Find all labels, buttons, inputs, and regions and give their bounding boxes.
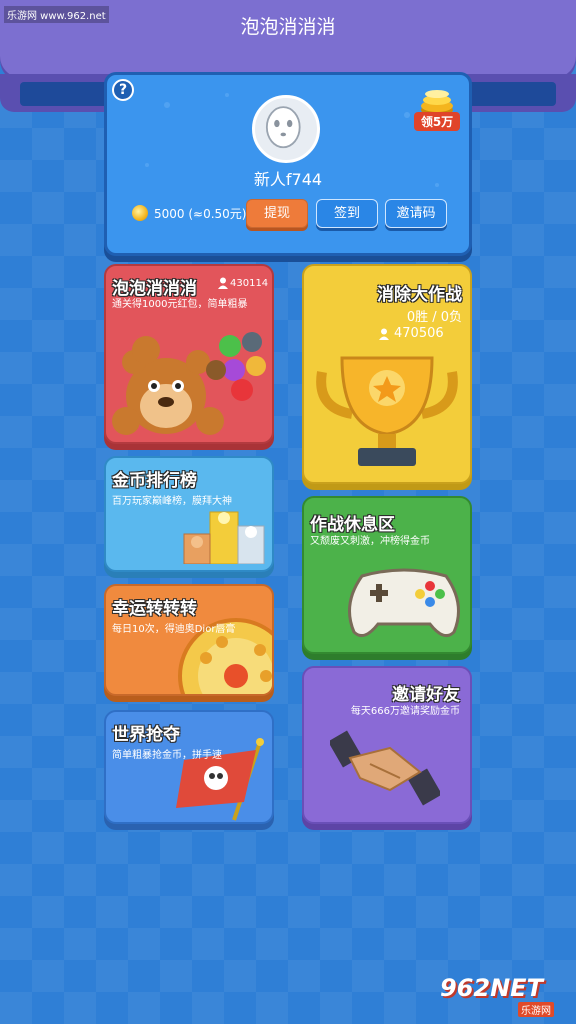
invite-code-button[interactable]: 邀请码: [385, 199, 447, 228]
coin-balance: 5000 (≈0.50元): [154, 207, 247, 221]
tile-bubble-players: 430114: [230, 278, 269, 289]
help-icon[interactable]: ?: [112, 79, 134, 101]
tile-bubble-game[interactable]: 泡泡消消消 430114 通关得1000元红包，简单粗暴: [104, 264, 274, 444]
watermark-top: 乐游网 www.962.net: [4, 6, 109, 23]
tile-battle-title: 消除大作战: [377, 285, 462, 305]
tile-rank-title: 金币排行榜: [112, 471, 197, 491]
tile-friend-desc: 每天666万邀请奖励金币: [350, 706, 460, 717]
reward-label[interactable]: 领5万: [414, 112, 460, 131]
tile-gold-ranking[interactable]: 金币排行榜 百万玩家巅峰榜，膜拜大神: [104, 456, 274, 572]
tile-bubble-desc: 通关得1000元红包，简单粗暴: [112, 299, 248, 310]
tile-spin-title: 幸运转转转: [112, 599, 197, 619]
tile-spin-desc: 每日10次，得迪奥Dior唇膏: [112, 624, 236, 635]
handshake-icon: [330, 730, 440, 806]
bear-bubbles-illustration: [112, 332, 266, 435]
withdraw-button[interactable]: 提现: [246, 199, 308, 228]
tile-invite-friends[interactable]: 邀请好友 每天666万邀请奖励金币: [302, 666, 472, 824]
gamepad-icon: [348, 568, 460, 638]
player-icon: [379, 328, 389, 340]
tile-lucky-spin[interactable]: 幸运转转转 每日10次，得迪奥Dior唇膏: [104, 584, 274, 696]
tile-battle-players: 470506: [394, 326, 444, 341]
tile-battle-record: 0胜 / 0负: [406, 310, 462, 325]
tile-world-title: 世界抢夺: [112, 725, 180, 745]
tile-bubble-title: 泡泡消消消: [112, 279, 197, 299]
trophy-icon: [316, 356, 458, 466]
tile-rest-desc: 又颓废又刺激，冲榜得金币: [310, 536, 430, 547]
podium-icon: [183, 511, 265, 564]
player-icon: [218, 277, 228, 289]
signin-button[interactable]: 签到: [316, 199, 378, 228]
coin-icon: [132, 205, 148, 221]
watermark-bottom-text: 乐游网: [518, 1002, 554, 1017]
tile-world-desc: 简单粗暴抢金币，拼手速: [112, 750, 222, 761]
avatar-face-icon: [255, 98, 311, 154]
tile-world-grab[interactable]: 世界抢夺 简单粗暴抢金币，拼手速: [104, 710, 274, 824]
username: 新人f744: [253, 170, 323, 189]
tile-rest-area[interactable]: 作战休息区 又颓废又刺激，冲榜得金币: [302, 496, 472, 654]
tile-elimination-battle[interactable]: 消除大作战 0胜 / 0负 470506: [302, 264, 472, 484]
avatar[interactable]: [252, 95, 320, 163]
